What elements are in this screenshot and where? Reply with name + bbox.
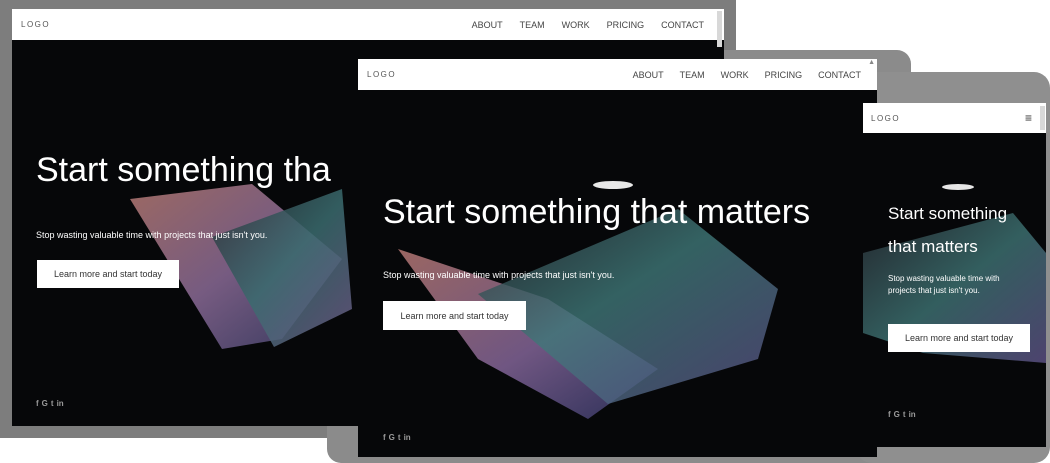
hero-headline-line-1: Start something [888,204,1008,223]
scrollbar[interactable] [1040,106,1045,130]
hero-subheadline: Stop wasting valuable time with projects… [36,230,268,240]
hero-headline: Start something that matters [888,197,1007,263]
cta-button[interactable]: Learn more and start today [37,260,179,288]
logo[interactable]: LOGO [367,70,396,79]
hamburger-menu-icon[interactable]: ≡ [1025,111,1032,125]
hero-subheadline: Stop wasting valuable time with projects… [888,273,1000,296]
phone-screen: LOGO ≡ Start something that matters Stop… [863,103,1046,447]
cta-button[interactable]: Learn more and start today [383,301,526,330]
nav-item-contact[interactable]: CONTACT [818,70,861,80]
hero-headline: Start something tha [36,151,331,189]
linkedin-icon[interactable]: in [909,410,916,419]
social-links: f G t in [888,410,916,419]
twitter-icon[interactable]: t [903,410,906,419]
google-plus-icon[interactable]: G [389,433,395,442]
facebook-icon[interactable]: f [36,399,39,408]
nav-item-team[interactable]: TEAM [680,70,705,80]
google-plus-icon[interactable]: G [894,410,900,419]
linkedin-icon[interactable]: in [57,399,64,408]
scroll-up-arrow-icon[interactable]: ▲ [868,59,875,66]
phone-nav-bar: LOGO ≡ [863,103,1046,133]
desktop-nav-bar: LOGO ABOUT TEAM WORK PRICING CONTACT [12,9,724,40]
linkedin-icon[interactable]: in [404,433,411,442]
hero-headline-line-2: that matters [888,237,978,256]
logo[interactable]: LOGO [21,20,50,29]
hero-headline: Start something that matters [383,193,811,231]
google-plus-icon[interactable]: G [42,399,48,408]
nav-item-work[interactable]: WORK [562,20,590,30]
scrollbar[interactable] [717,11,722,47]
tablet-screen: LOGO ABOUT TEAM WORK PRICING CONTACT ▲ S… [358,59,877,457]
hero-laptop-image [358,59,877,457]
nav-item-about[interactable]: ABOUT [633,70,664,80]
tablet-nav-menu: ABOUT TEAM WORK PRICING CONTACT [633,70,867,80]
nav-item-contact[interactable]: CONTACT [661,20,704,30]
facebook-icon[interactable]: f [383,433,386,442]
social-links: f G t in [36,399,64,408]
tablet-nav-bar: LOGO ABOUT TEAM WORK PRICING CONTACT [358,59,877,90]
nav-item-pricing[interactable]: PRICING [765,70,803,80]
social-links: f G t in [383,433,411,442]
hero-subheadline: Stop wasting valuable time with projects… [383,270,615,280]
cta-button[interactable]: Learn more and start today [888,324,1030,352]
hero-subheadline-line-1: Stop wasting valuable time with [888,274,1000,283]
twitter-icon[interactable]: t [398,433,401,442]
logo[interactable]: LOGO [871,114,900,123]
nav-item-work[interactable]: WORK [721,70,749,80]
nav-item-about[interactable]: ABOUT [472,20,503,30]
twitter-icon[interactable]: t [51,399,54,408]
nav-item-pricing[interactable]: PRICING [607,20,645,30]
desktop-nav-menu: ABOUT TEAM WORK PRICING CONTACT [472,20,714,30]
facebook-icon[interactable]: f [888,410,891,419]
nav-item-team[interactable]: TEAM [520,20,545,30]
hero-subheadline-line-2: projects that just isn't you. [888,285,980,295]
